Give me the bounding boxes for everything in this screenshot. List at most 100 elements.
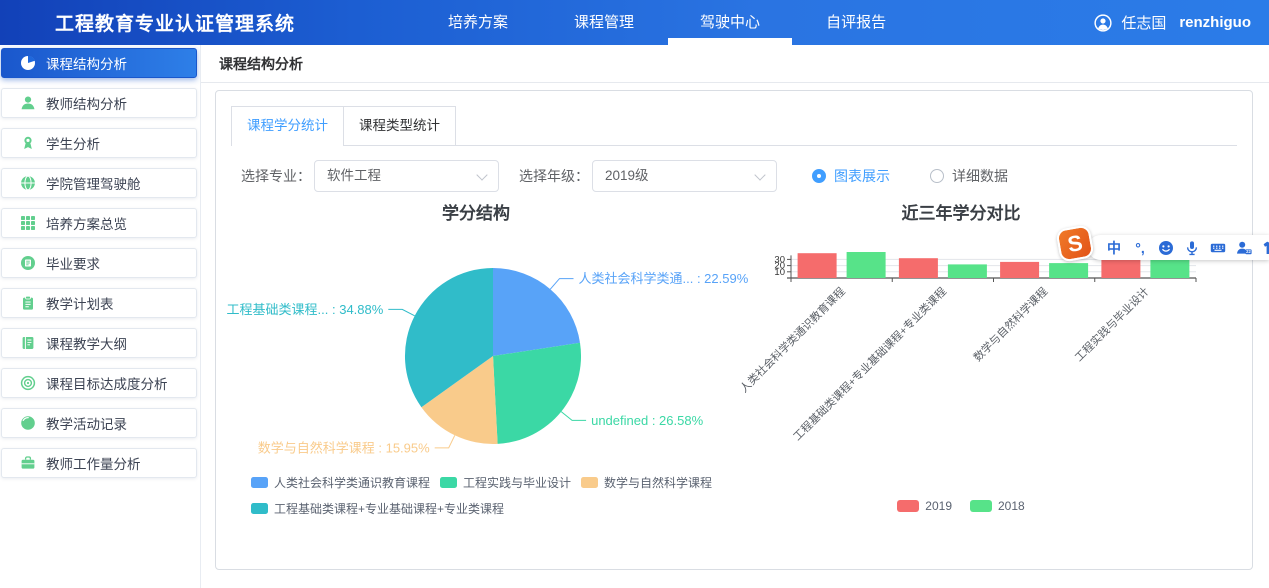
radio-option-1[interactable]: 图表展示 [812, 166, 890, 186]
legend-label: 2018 [998, 499, 1025, 513]
sogou-logo-icon[interactable]: S [1055, 224, 1094, 262]
target-icon [20, 375, 36, 391]
sidebar-item-11[interactable]: 教师工作量分析 [1, 448, 197, 478]
legend-swatch-icon [970, 500, 992, 512]
pie-chart-section: 学分结构 人类社会科学类通... : 22.59%undefined : 26.… [231, 191, 721, 556]
pie-chart-icon [20, 55, 36, 71]
clipboard-icon [20, 295, 36, 311]
bar-legend: 2019 2018 [711, 499, 1211, 513]
pie-legend-item-4[interactable]: 工程基础类课程+专业基础课程+专业类课程 [251, 500, 504, 517]
chinese-mode-icon[interactable]: 中 [1106, 240, 1122, 256]
bar-category-label: 人类社会科学类通识教育课程 [737, 284, 848, 395]
chevron-down-icon [754, 169, 765, 180]
sidebar-item-2[interactable]: 教师结构分析 [1, 88, 197, 118]
display-radio-group: 图表展示 详细数据 [812, 166, 1008, 186]
legend-swatch-icon [251, 477, 268, 488]
grid-icon [20, 215, 36, 231]
bar-legend-item-1[interactable]: 2019 [897, 499, 952, 513]
radio-option-2[interactable]: 详细数据 [930, 166, 1008, 186]
nav-item-3[interactable]: 驾驶中心 [683, 0, 777, 45]
filter-bar: 选择专业： 软件工程 选择年级： 2019级 图表展示 详细数据 [216, 160, 1252, 192]
app-title: 工程教育专业认证管理系统 [55, 9, 295, 36]
bar-legend-item-2[interactable]: 2018 [970, 499, 1025, 513]
sidebar-item-4[interactable]: 学院管理驾驶舱 [1, 168, 197, 198]
sidebar-item-label: 教学计划表 [46, 293, 114, 313]
grade-select[interactable]: 2019级 [592, 160, 777, 192]
radio-label: 图表展示 [834, 166, 890, 186]
major-select-label: 选择专业： [241, 166, 311, 186]
main-content: 课程结构分析 课程学分统计课程类型统计 选择专业： 软件工程 选择年级： 201… [200, 45, 1269, 588]
tab-bar: 课程学分统计课程类型统计 [231, 106, 1237, 146]
sidebar-item-label: 课程教学大纲 [46, 333, 127, 353]
skin-icon[interactable] [1262, 240, 1269, 256]
app-header: 工程教育专业认证管理系统 培养方案课程管理驾驶中心自评报告 任志国 renzhi… [0, 0, 1269, 45]
legend-label: 工程基础类课程+专业基础课程+专业类课程 [274, 500, 504, 517]
pie-slice-label: undefined : 26.58% [591, 413, 703, 428]
briefcase-icon [20, 455, 36, 471]
sidebar-item-8[interactable]: 课程教学大纲 [1, 328, 197, 358]
svg-text:30: 30 [774, 254, 785, 265]
sidebar-item-7[interactable]: 教学计划表 [1, 288, 197, 318]
sidebar-item-5[interactable]: 培养方案总览 [1, 208, 197, 238]
syllabus-book-icon [20, 335, 36, 351]
legend-swatch-icon [581, 477, 598, 488]
pie-legend-item-2[interactable]: 工程实践与毕业设计 [440, 474, 571, 491]
legend-swatch-icon [251, 503, 268, 514]
ime-toolbar: 中 °, 22 [1088, 235, 1269, 260]
tab-1[interactable]: 课程学分统计 [231, 106, 344, 145]
legend-label: 工程实践与毕业设计 [463, 474, 571, 491]
sidebar-item-1[interactable]: 课程结构分析 [1, 48, 197, 78]
sidebar-item-label: 课程结构分析 [46, 53, 127, 73]
legend-swatch-icon [440, 477, 457, 488]
sidebar-item-label: 课程目标达成度分析 [46, 373, 168, 393]
sidebar-item-label: 教师结构分析 [46, 93, 127, 113]
pie-legend-item-3[interactable]: 数学与自然科学课程 [581, 474, 712, 491]
sidebar-item-label: 毕业要求 [46, 253, 100, 273]
nav-item-4[interactable]: 自评报告 [809, 0, 903, 45]
sidebar-item-label: 教师工作量分析 [46, 453, 141, 473]
tab-2[interactable]: 课程类型统计 [344, 106, 456, 145]
cockpit-globe-icon [20, 175, 36, 191]
grade-select-label: 选择年级： [519, 166, 589, 186]
svg-text:22: 22 [1246, 249, 1251, 254]
user-username: renzhiguo [1179, 14, 1251, 31]
voice-icon[interactable] [1184, 240, 1200, 256]
sidebar-item-label: 学生分析 [46, 133, 100, 153]
emoji-icon[interactable] [1158, 240, 1174, 256]
radio-label: 详细数据 [952, 166, 1008, 186]
account-icon[interactable]: 22 [1236, 240, 1252, 256]
radio-checked-icon [812, 169, 826, 183]
nav-item-2[interactable]: 课程管理 [557, 0, 651, 45]
major-select[interactable]: 软件工程 [314, 160, 499, 192]
teacher-person-icon [20, 95, 36, 111]
sidebar-item-3[interactable]: 学生分析 [1, 128, 197, 158]
legend-swatch-icon [897, 500, 919, 512]
legend-label: 人类社会科学类通识教育课程 [274, 474, 430, 491]
bar-category-label: 工程实践与毕业设计 [1072, 284, 1152, 364]
bar-chart: 102030人类社会科学类通识教育课程工程基础类课程+专业基础课程+专业类课程数… [711, 221, 1231, 521]
pie-slice-label: 数学与自然科学课程 : 15.95% [258, 440, 430, 455]
bar-category-label: 数学与自然科学课程 [970, 284, 1050, 364]
chevron-down-icon [476, 169, 487, 180]
breadcrumb: 课程结构分析 [201, 45, 1269, 83]
sidebar-item-9[interactable]: 课程目标达成度分析 [1, 368, 197, 398]
nav-item-1[interactable]: 培养方案 [431, 0, 525, 45]
user-avatar-icon [1094, 14, 1112, 32]
punctuation-icon[interactable]: °, [1132, 240, 1148, 256]
sidebar: 课程结构分析教师结构分析学生分析学院管理驾驶舱培养方案总览毕业要求教学计划表课程… [0, 45, 200, 588]
sidebar-item-6[interactable]: 毕业要求 [1, 248, 197, 278]
main-nav: 培养方案课程管理驾驶中心自评报告 [415, 0, 919, 45]
user-menu[interactable]: 任志国 renzhiguo [1094, 0, 1251, 45]
bar-category-label: 工程基础类课程+专业基础课程+专业类课程 [790, 284, 949, 443]
legend-label: 数学与自然科学课程 [604, 474, 712, 491]
keyboard-icon[interactable] [1210, 240, 1226, 256]
sidebar-item-label: 培养方案总览 [46, 213, 127, 233]
graduation-doc-icon [20, 255, 36, 271]
sidebar-item-10[interactable]: 教学活动记录 [1, 408, 197, 438]
pie-slice-label: 工程基础类课程... : 34.88% [227, 302, 384, 317]
radio-unchecked-icon [930, 169, 944, 183]
legend-label: 2019 [925, 499, 952, 513]
pie-legend: 人类社会科学类通识教育课程 工程实践与毕业设计 数学与自然科学课程工程基础类课程+专… [251, 474, 751, 517]
student-medal-icon [20, 135, 36, 151]
pie-legend-item-1[interactable]: 人类社会科学类通识教育课程 [251, 474, 430, 491]
